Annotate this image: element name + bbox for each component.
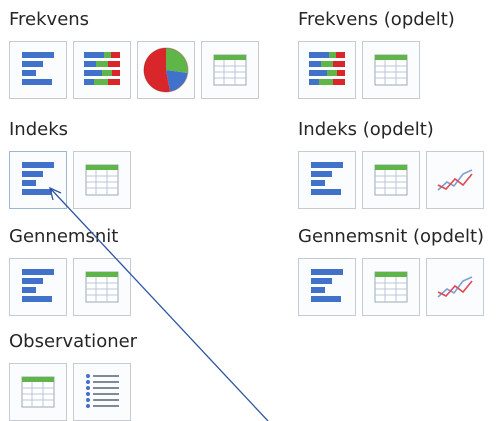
tile-row [9,258,131,316]
bulleted-list-icon [80,370,124,414]
tile-row [298,151,484,209]
chart-type-button[interactable] [9,41,67,99]
horizontal-bar-chart-icon [305,158,349,202]
chart-type-button[interactable] [9,258,67,316]
chart-type-button[interactable] [298,258,356,316]
line-chart-icon [433,158,477,202]
table-icon [19,373,57,411]
chart-type-button[interactable] [73,363,131,421]
pie-chart-icon [140,44,192,96]
tile-row [9,151,131,209]
table-icon [372,161,410,199]
table-icon [83,268,121,306]
chart-type-button[interactable] [9,151,67,209]
chart-type-button[interactable] [73,151,131,209]
table-icon [372,268,410,306]
chart-type-button[interactable] [426,258,484,316]
chart-type-button[interactable] [298,151,356,209]
tile-row [9,363,131,421]
tile-row [298,258,484,316]
chart-type-button[interactable] [73,41,131,99]
tile-row [298,41,420,99]
chart-type-button[interactable] [201,41,259,99]
group-label: Frekvens (opdelt) [298,9,455,30]
tile-row [9,41,259,99]
horizontal-bar-chart-icon [305,265,349,309]
group-label: Indeks [9,119,69,140]
horizontal-bar-chart-icon [16,48,60,92]
horizontal-bar-chart-icon [16,265,60,309]
chart-type-button[interactable] [73,258,131,316]
group-label: Frekvens [9,9,90,30]
chart-type-button[interactable] [9,363,67,421]
chart-type-button[interactable] [426,151,484,209]
chart-type-button[interactable] [362,41,420,99]
line-chart-icon [433,265,477,309]
horizontal-bar-chart-icon [16,158,60,202]
stacked-bar-chart-icon [305,48,349,92]
chart-type-button[interactable] [362,151,420,209]
group-label: Indeks (opdelt) [298,119,434,140]
chart-type-button[interactable] [137,41,195,99]
chart-type-button[interactable] [298,41,356,99]
group-label: Gennemsnit [9,226,119,247]
chart-type-button[interactable] [362,258,420,316]
stacked-bar-chart-icon [80,48,124,92]
group-label: Observationer [9,331,138,352]
table-icon [372,51,410,89]
table-icon [211,51,249,89]
group-label: Gennemsnit (opdelt) [298,226,485,247]
table-icon [83,161,121,199]
